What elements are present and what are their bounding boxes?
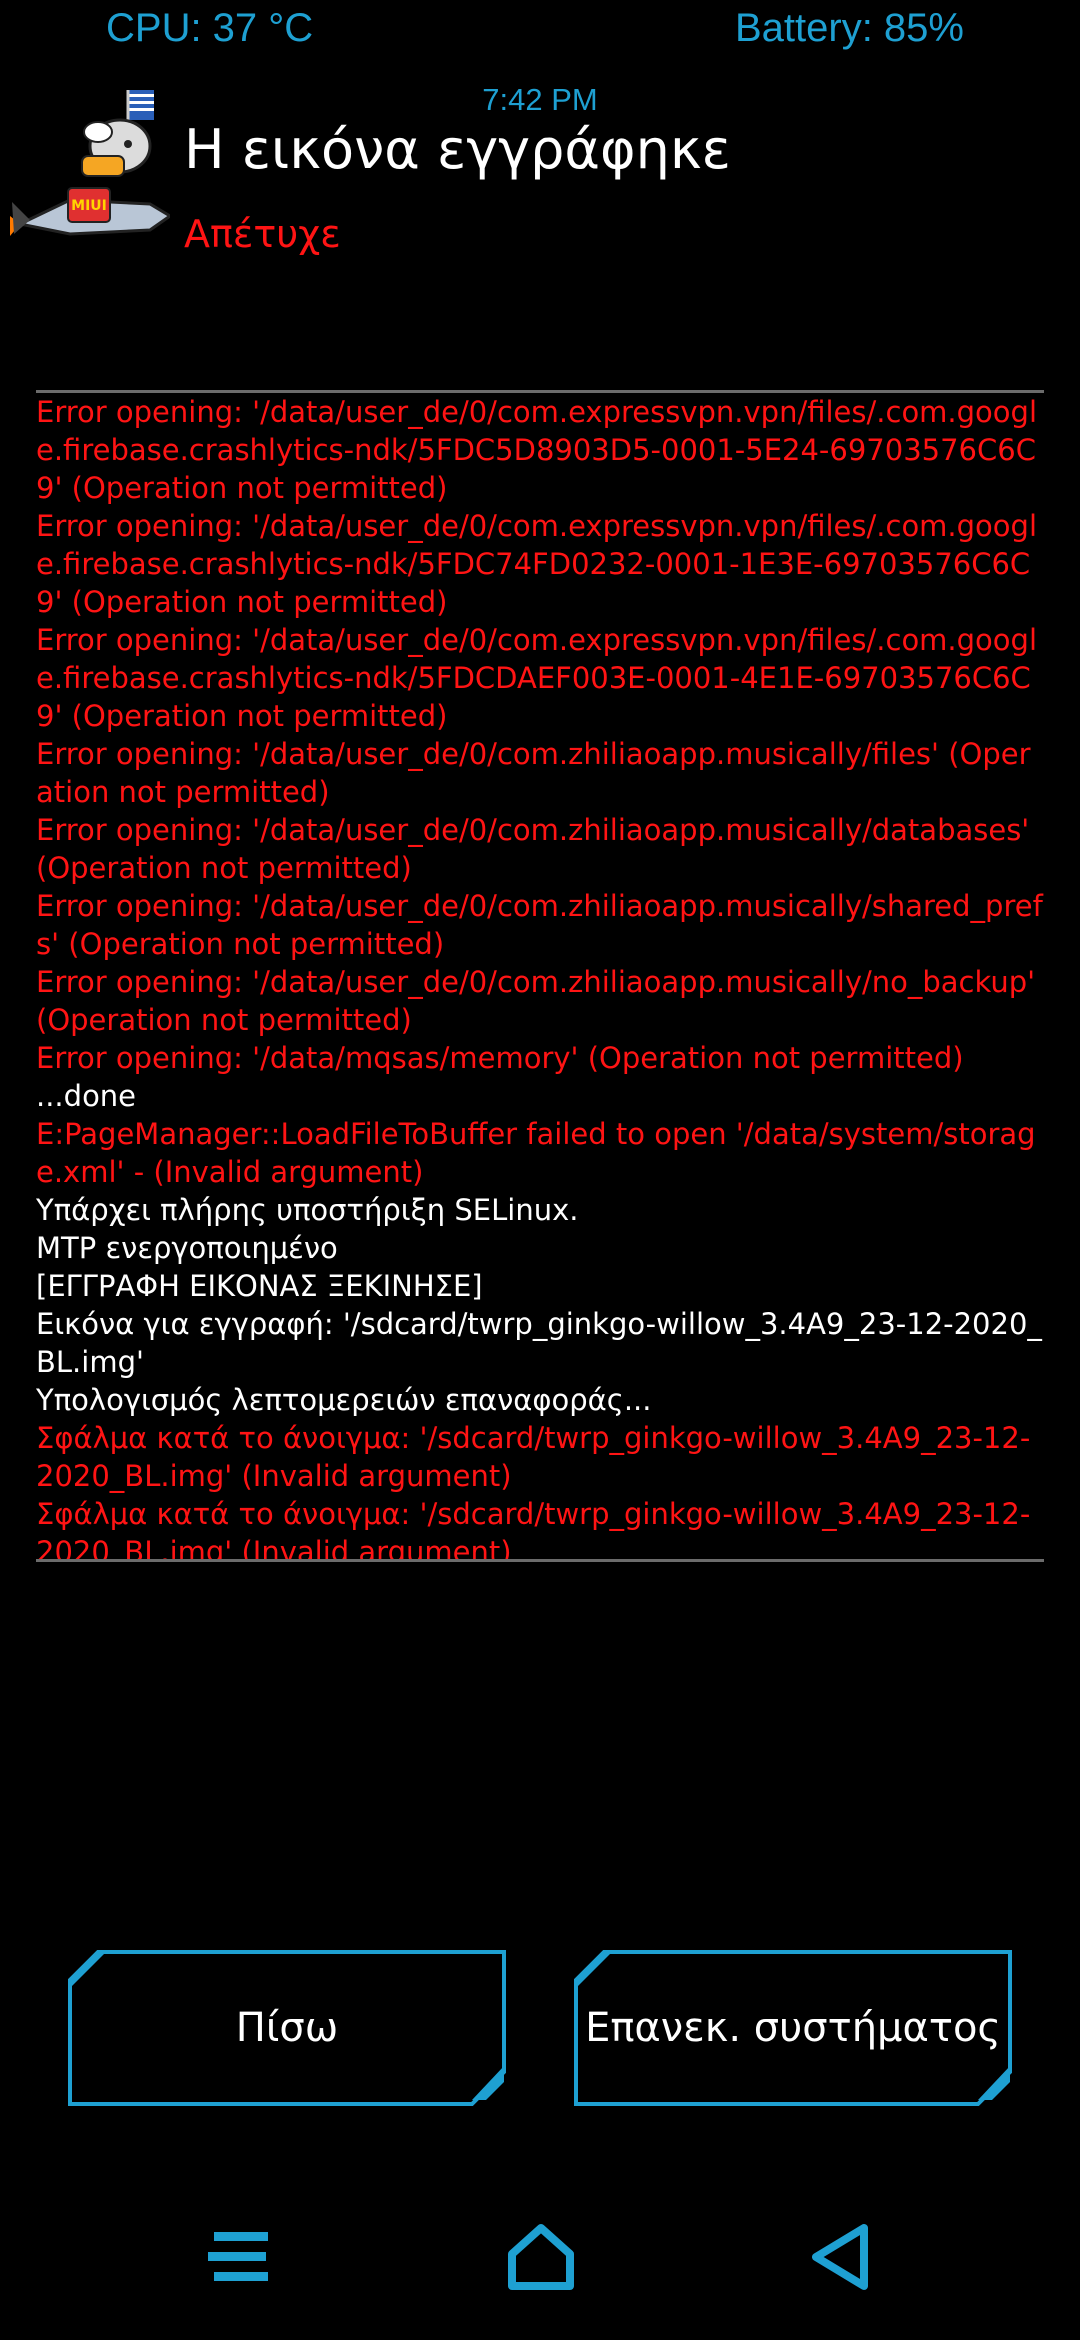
log-line: Error opening: '/data/user_de/0/com.expr… xyxy=(36,509,1038,619)
home-icon[interactable] xyxy=(506,2222,576,2296)
log-line: Σφάλμα κατά το άνοιγμα: '/sdcard/twrp_gi… xyxy=(36,1421,1031,1493)
back-button[interactable]: Πίσω xyxy=(68,1950,506,2106)
log-line: MTP ενεργοποιημένο xyxy=(36,1231,338,1265)
log-line: Error opening: '/data/user_de/0/com.zhil… xyxy=(36,965,1044,1037)
cpu-temperature: CPU: 37 °C xyxy=(106,6,314,50)
log-line: E:PageManager::LoadFileToBuffer failed t… xyxy=(36,1117,1036,1189)
log-line: Error opening: '/data/mqsas/memory' (Ope… xyxy=(36,1041,964,1075)
reboot-system-button[interactable]: Επανεκ. συστήματος xyxy=(574,1950,1012,2106)
log-line: [ΕΓΓΡΑΦΗ ΕΙΚΟΝΑΣ ΞΕΚΙΝΗΣΕ] xyxy=(36,1269,483,1303)
console-log[interactable]: Error opening: '/data/user_de/0/com.expr… xyxy=(36,390,1044,1562)
log-line: Σφάλμα κατά το άνοιγμα: '/sdcard/twrp_gi… xyxy=(36,1497,1031,1562)
miui-rocket-mascot-icon: MIUI xyxy=(10,84,173,249)
battery-level: Battery: 85% xyxy=(734,6,964,50)
twrp-screen: CPU: 37 °C Battery: 85% 7:42 PM MIUI Η ε… xyxy=(0,0,1080,2340)
status-failed: Απέτυχε xyxy=(184,212,341,256)
log-line: Error opening: '/data/user_de/0/com.expr… xyxy=(36,395,1038,505)
log-line: ...done xyxy=(36,1079,137,1113)
log-line: Error opening: '/data/user_de/0/com.expr… xyxy=(36,623,1038,733)
log-line: Εικόνα για εγγραφή: '/sdcard/twrp_ginkgo… xyxy=(36,1307,1042,1379)
log-line: Error opening: '/data/user_de/0/com.zhil… xyxy=(36,737,1031,809)
log-line: Υπάρχει πλήρης υποστήριξη SELinux. xyxy=(36,1193,579,1227)
log-line: Υπολογισμός λεπτομερειών επαναφοράς... xyxy=(36,1383,652,1417)
log-line: Error opening: '/data/user_de/0/com.zhil… xyxy=(36,889,1043,961)
back-triangle-icon[interactable] xyxy=(806,2222,876,2296)
reboot-button-label: Επανεκ. συστήματος xyxy=(585,2005,1001,2051)
page-title: Η εικόνα εγγράφηκε xyxy=(184,118,731,181)
menu-icon[interactable] xyxy=(206,2222,276,2296)
svg-text:MIUI: MIUI xyxy=(71,198,107,214)
back-button-label: Πίσω xyxy=(235,2005,339,2051)
log-line: Error opening: '/data/user_de/0/com.zhil… xyxy=(36,813,1039,885)
